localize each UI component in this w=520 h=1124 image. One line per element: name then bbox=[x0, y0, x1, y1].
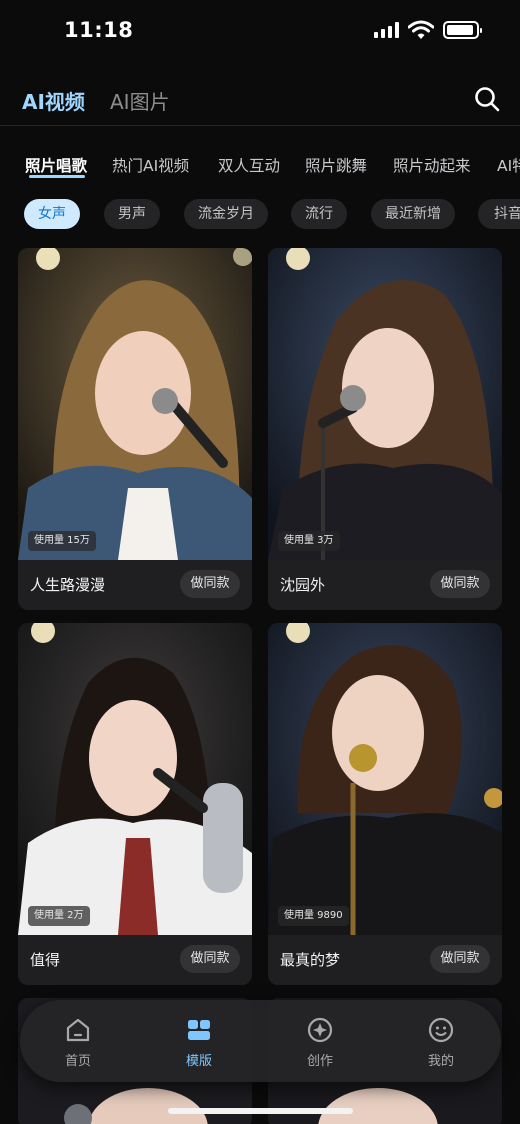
category-tab-ai-special[interactable]: AI特 bbox=[497, 154, 520, 176]
header-divider bbox=[0, 125, 520, 126]
category-tabs: 照片唱歌 热门AI视频 双人互动 照片跳舞 照片动起来 AI特 bbox=[0, 150, 520, 186]
make-same-button[interactable]: 做同款 bbox=[430, 570, 490, 598]
category-tab-hot-ai-video[interactable]: 热门AI视频 bbox=[112, 154, 189, 176]
chip-golden-years[interactable]: 流金岁月 bbox=[184, 199, 268, 229]
top-tab-bar: AI视频 AI图片 bbox=[0, 80, 520, 124]
tab-ai-video[interactable]: AI视频 bbox=[22, 86, 85, 115]
card-title: 沈园外 bbox=[280, 576, 326, 594]
filter-chips: 女声 男声 流金岁月 流行 最近新增 抖音 bbox=[0, 199, 520, 231]
wifi-icon bbox=[408, 20, 434, 39]
profile-icon bbox=[428, 1017, 454, 1043]
usage-count: 使用量 3万 bbox=[278, 531, 340, 551]
nav-home[interactable]: 首页 bbox=[38, 1016, 118, 1069]
category-tab-photo-animate[interactable]: 照片动起来 bbox=[393, 154, 471, 176]
chip-female-voice[interactable]: 女声 bbox=[24, 199, 80, 229]
chip-pop[interactable]: 流行 bbox=[291, 199, 347, 229]
chip-recently-added[interactable]: 最近新增 bbox=[371, 199, 455, 229]
create-icon bbox=[307, 1017, 333, 1043]
category-tab-photo-dance[interactable]: 照片跳舞 bbox=[305, 154, 367, 176]
card-thumbnail bbox=[268, 623, 502, 935]
nav-profile[interactable]: 我的 bbox=[401, 1016, 481, 1069]
battery-icon bbox=[443, 21, 482, 39]
bottom-navigation: 首页 模版 创作 我的 bbox=[20, 1000, 501, 1082]
templates-icon bbox=[188, 1020, 210, 1040]
status-time: 11:18 bbox=[64, 18, 134, 42]
nav-templates-label: 模版 bbox=[185, 1054, 212, 1069]
card-title: 人生路漫漫 bbox=[30, 576, 106, 594]
chip-male-voice[interactable]: 男声 bbox=[104, 199, 160, 229]
card-thumbnail bbox=[18, 248, 252, 560]
home-indicator bbox=[168, 1108, 353, 1114]
status-bar: 11:18 bbox=[0, 0, 520, 64]
home-icon bbox=[66, 1018, 90, 1042]
card-title: 最真的梦 bbox=[280, 951, 341, 969]
usage-count: 使用量 9890 bbox=[278, 906, 349, 926]
make-same-button[interactable]: 做同款 bbox=[180, 570, 240, 598]
template-card[interactable]: 使用量 2万 值得 做同款 bbox=[18, 623, 252, 985]
template-card[interactable]: 使用量 15万 人生路漫漫 做同款 bbox=[18, 248, 252, 610]
nav-create-label: 创作 bbox=[306, 1054, 333, 1069]
nav-create[interactable]: 创作 bbox=[280, 1016, 360, 1069]
usage-count: 使用量 2万 bbox=[28, 906, 90, 926]
template-card[interactable]: 使用量 9890 最真的梦 做同款 bbox=[268, 623, 502, 985]
card-title: 值得 bbox=[30, 951, 61, 969]
usage-count: 使用量 15万 bbox=[28, 531, 96, 551]
category-tab-photo-singing[interactable]: 照片唱歌 bbox=[25, 154, 87, 176]
cellular-signal-icon bbox=[374, 22, 399, 38]
nav-home-label: 首页 bbox=[64, 1054, 91, 1069]
card-thumbnail bbox=[268, 248, 502, 560]
nav-templates[interactable]: 模版 bbox=[159, 1016, 239, 1069]
make-same-button[interactable]: 做同款 bbox=[430, 945, 490, 973]
template-card[interactable]: 使用量 3万 沈园外 做同款 bbox=[268, 248, 502, 610]
category-active-indicator bbox=[29, 175, 85, 178]
make-same-button[interactable]: 做同款 bbox=[180, 945, 240, 973]
category-tab-duo-interaction[interactable]: 双人互动 bbox=[218, 154, 280, 176]
card-thumbnail bbox=[18, 623, 252, 935]
search-icon[interactable] bbox=[474, 86, 500, 112]
chip-douyin[interactable]: 抖音 bbox=[478, 199, 520, 229]
nav-profile-label: 我的 bbox=[427, 1054, 454, 1069]
tab-ai-image[interactable]: AI图片 bbox=[110, 86, 170, 115]
